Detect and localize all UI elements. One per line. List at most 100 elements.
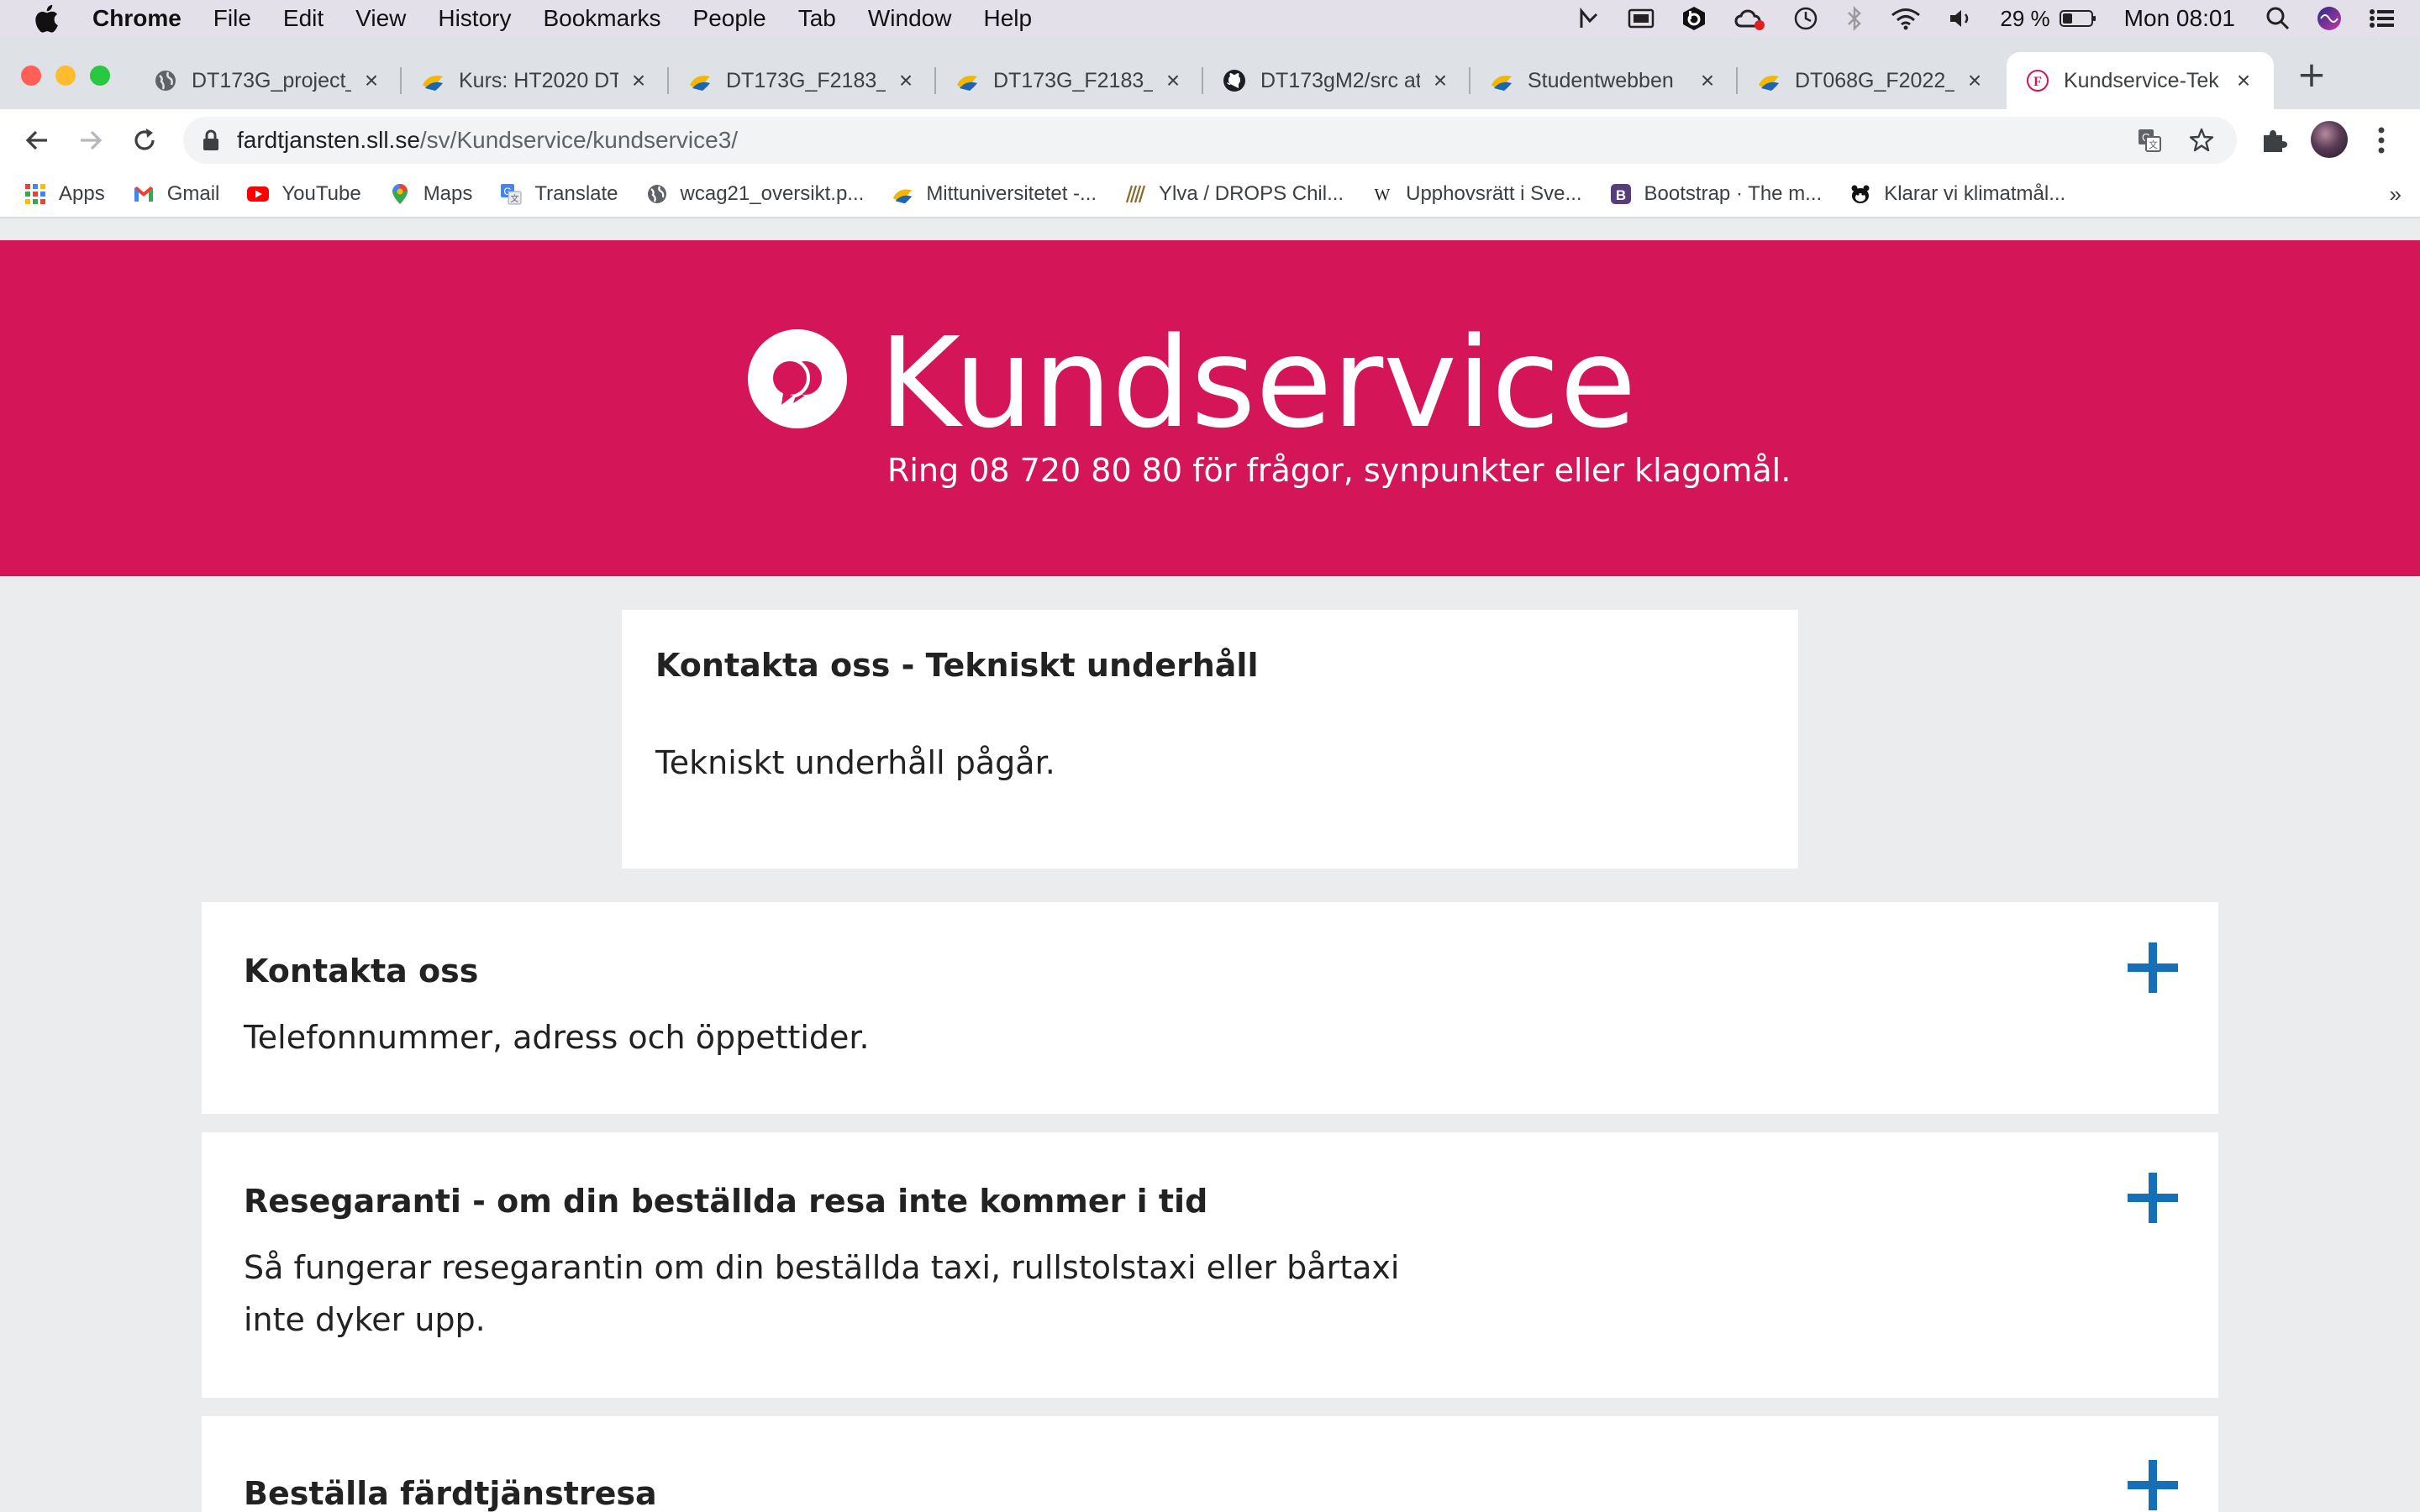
menu-tab[interactable]: Tab [798,5,836,32]
time-machine-icon[interactable] [1791,4,1820,33]
tab-close-icon[interactable]: × [627,69,650,92]
bootstrap-icon: B [1610,184,1631,204]
menu-app-name[interactable]: Chrome [92,5,182,32]
bookmarks-overflow-chevron-icon[interactable]: » [2390,181,2402,207]
bookmark-apps[interactable]: Apps [24,182,105,206]
profile-avatar[interactable] [2311,121,2348,158]
tab-close-icon[interactable]: × [1963,69,1986,92]
tab-close-icon[interactable]: × [1428,69,1452,92]
browser-tab[interactable]: DT173G_F2183_H × [936,52,1203,109]
bookmark-wcag21[interactable]: wcag21_oversikt.p... [645,182,865,206]
bookmark-label: Apps [59,182,105,205]
kebab-menu-icon[interactable] [2371,124,2391,156]
pen-status-icon[interactable] [1576,6,1602,31]
bluetooth-icon[interactable] [1845,5,1864,32]
bookmark-wikipedia[interactable]: W Upphovsrätt i Sve... [1370,182,1582,206]
bookmark-label: YouTube [281,182,361,205]
menu-clock[interactable]: Mon 08:01 [2124,5,2235,32]
bookmark-youtube[interactable]: YouTube [246,182,361,206]
gmail-icon [134,186,153,202]
bookmark-maps[interactable]: Maps [388,182,473,206]
tab-title: Kundservice-Tek [2064,68,2219,92]
bookmark-drops[interactable]: Ylva / DROPS Chil... [1123,182,1344,206]
svg-text:F: F [2033,75,2042,89]
tab-title: DT173G_project_ [192,68,351,92]
chat-bubbles-icon [748,329,847,428]
expand-plus-icon[interactable] [2126,1458,2180,1512]
bookmark-wwf[interactable]: Klarar vi klimatmål... [1849,182,2065,206]
drops-icon [1125,185,1146,203]
accordion-title[interactable]: Beställa färdtjänstresa [244,1475,657,1512]
bookmark-translate[interactable]: G文 Translate [499,182,618,206]
volume-icon[interactable] [1948,6,1975,31]
extensions-puzzle-icon[interactable] [2259,125,2289,155]
siri-icon[interactable] [2316,5,2343,32]
bookmark-star-icon[interactable] [2188,127,2215,154]
accordion-title[interactable]: Resegaranti - om din beställda resa inte… [244,1183,1207,1220]
menu-bookmarks[interactable]: Bookmarks [543,5,660,32]
browser-tab[interactable]: Studentwebben × [1470,52,1738,109]
window-minimize-button[interactable] [55,66,76,86]
browser-tab-active[interactable]: F Kundservice-Tek × [2007,52,2274,109]
browser-tab[interactable]: DT173G_F2183_H × [669,52,936,109]
menu-view[interactable]: View [355,5,406,32]
spotlight-icon[interactable] [2265,6,2291,31]
battery-icon[interactable] [2059,8,2097,29]
tab-close-icon[interactable]: × [2232,69,2255,92]
svg-text:B: B [1615,187,1625,203]
menu-help[interactable]: Help [983,5,1032,32]
reload-icon[interactable] [129,125,160,155]
browser-tab-strip: DT173G_project_ × Kurs: HT2020 DT × DT17… [0,37,2420,109]
tab-title: DT173G_F2183_H [993,68,1153,92]
accordion-item-bestalla-fardtjanstresa[interactable]: Beställa färdtjänstresa [202,1416,2218,1512]
notice-text: Tekniskt underhåll pågår. [655,744,1055,781]
tab-close-icon[interactable]: × [894,69,918,92]
forward-arrow-icon[interactable] [76,125,106,155]
menu-edit[interactable]: Edit [283,5,324,32]
accordion-item-kontakta-oss[interactable]: Kontakta oss Telefonnummer, adress och ö… [202,902,2218,1114]
bookmark-bootstrap[interactable]: B Bootstrap · The m... [1609,182,1822,206]
menu-people[interactable]: People [693,5,766,32]
browser-tab[interactable]: DT173gM2/src at × [1203,52,1470,109]
display-status-icon[interactable] [1627,7,1655,30]
lock-icon[interactable] [202,129,220,151]
wikipedia-icon: W [1375,186,1391,204]
menu-window[interactable]: Window [868,5,952,32]
browser-tab[interactable]: DT173G_project_ × [134,52,402,109]
creative-cloud-icon[interactable] [1733,6,1766,31]
battery-percentage[interactable]: 29 % [2000,6,2049,32]
accordion-item-resegaranti[interactable]: Resegaranti - om din beställda resa inte… [202,1132,2218,1398]
bookmark-mittuniversitetet[interactable]: Mittuniversitetet -... [891,182,1097,206]
expand-plus-icon[interactable] [2126,941,2180,995]
window-zoom-button[interactable] [90,66,110,86]
control-center-icon[interactable] [2368,7,2396,30]
accordion-title[interactable]: Kontakta oss [244,953,478,990]
tab-close-icon[interactable]: × [1161,69,1185,92]
new-tab-button[interactable]: + [2296,57,2328,92]
tab-title: Studentwebben [1528,68,1674,92]
bookmark-label: wcag21_oversikt.p... [680,182,865,205]
wwf-icon [1851,185,1870,203]
tab-close-icon[interactable]: × [1696,69,1719,92]
miun-icon [423,76,443,91]
menu-history[interactable]: History [438,5,511,32]
back-arrow-icon[interactable] [22,125,52,155]
menu-file[interactable]: File [213,5,251,32]
address-bar[interactable]: fardtjansten.sll.se/sv/Kundservice/kunds… [183,117,2237,164]
bookmark-label: Maps [423,182,473,205]
apple-icon[interactable] [34,4,59,33]
globe-icon [155,71,176,91]
window-close-button[interactable] [21,66,41,86]
svg-text:文: 文 [2149,139,2158,150]
bookmark-label: Upphovsrätt i Sve... [1406,182,1582,205]
bookmark-gmail[interactable]: Gmail [132,182,219,206]
wifi-icon[interactable] [1889,6,1923,31]
tab-close-icon[interactable]: × [360,69,383,92]
browser-tab[interactable]: DT068G_F2022_ × [1738,52,2005,109]
hexagon-status-icon[interactable] [1681,5,1707,32]
expand-plus-icon[interactable] [2126,1171,2180,1225]
browser-tab[interactable]: Kurs: HT2020 DT × [402,52,669,109]
url-path: /sv/Kundservice/kundservice3/ [419,127,739,153]
translate-page-icon[interactable]: G文 [2136,127,2163,154]
page-title: Kundservice [879,311,1637,455]
